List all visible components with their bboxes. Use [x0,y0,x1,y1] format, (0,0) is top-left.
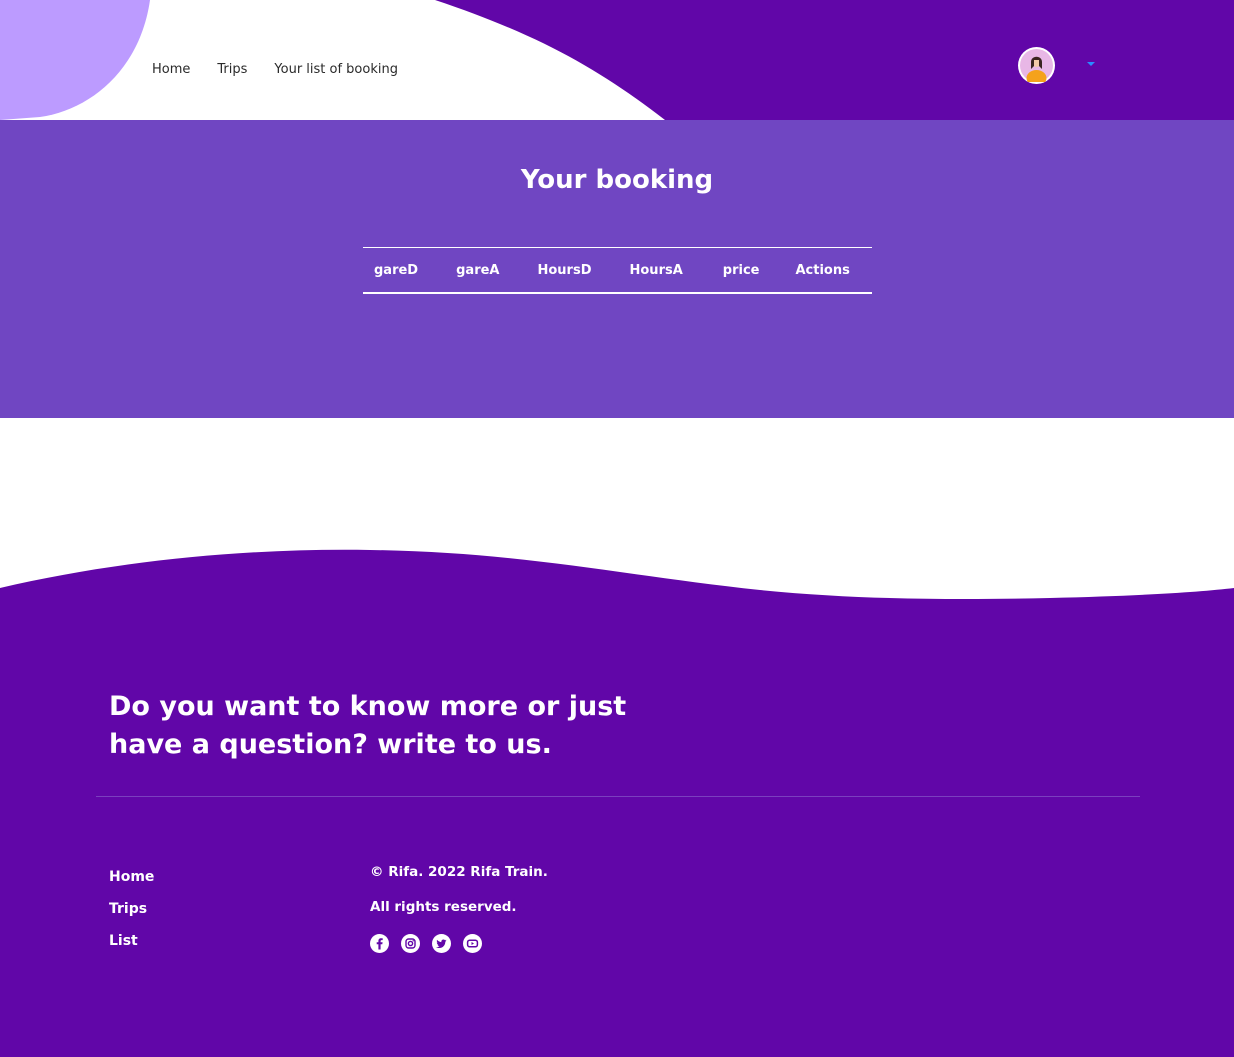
column-actions: Actions [795,262,850,278]
instagram-icon[interactable] [401,934,420,953]
footer-wave [0,549,1234,602]
cta-line-1: Do you want to know more or just [109,691,627,722]
site-header: Home Trips Your list of booking [0,0,1234,120]
footer-link-trips[interactable]: Trips [109,901,147,917]
cta-line-2: have a question? write to us. [109,729,552,760]
footer-divider [96,796,1140,797]
column-gareD: gareD [374,262,419,278]
youtube-icon[interactable] [463,934,482,953]
footer-link-list[interactable]: List [109,933,138,949]
nav-trips[interactable]: Trips [217,61,247,79]
nav-booking-list[interactable]: Your list of booking [274,61,398,79]
social-links [370,934,482,953]
decorative-blob [0,0,150,120]
column-hoursA: HoursA [629,262,683,278]
column-gareA: gareA [456,262,500,278]
site-footer: Do you want to know more or just have a … [0,600,1234,1057]
twitter-icon[interactable] [432,934,451,953]
footer-link-home[interactable]: Home [109,869,154,885]
nav-home[interactable]: Home [152,61,190,79]
page-title: Your booking [520,165,714,195]
user-avatar[interactable] [1018,47,1055,84]
user-menu-caret-icon[interactable] [1087,62,1095,66]
column-hoursD: HoursD [537,262,592,278]
header-purple-shape [435,0,1234,120]
booking-section: Your booking gareD gareA HoursD HoursA p… [0,120,1234,418]
column-price: price [722,262,760,278]
footer-cta: Do you want to know more or just have a … [109,688,629,764]
avatar-image [1020,49,1053,82]
booking-table-header: gareD gareA HoursD HoursA price Actions [363,247,872,294]
rights-text: All rights reserved. [370,899,517,915]
copyright-text: © Rifa. 2022 Rifa Train. [370,864,548,880]
facebook-icon[interactable] [370,934,389,953]
main-nav: Home Trips Your list of booking [152,61,425,79]
